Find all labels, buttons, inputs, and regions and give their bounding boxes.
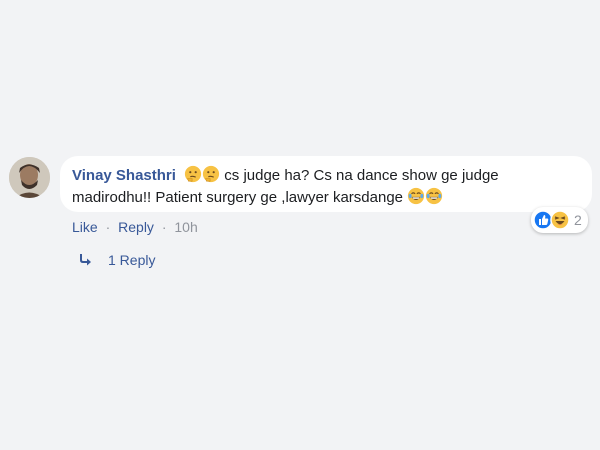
separator-dot: · — [105, 219, 111, 235]
comment-author[interactable]: Vinay Shasthri — [72, 167, 176, 184]
reactions-summary[interactable]: 2 — [531, 207, 588, 233]
thinking-face-icon — [185, 165, 202, 183]
comment-text: Vinay Shasthri cs judge ha? Cs na dance … — [72, 165, 580, 209]
view-replies-link[interactable]: 1 Reply — [78, 252, 155, 268]
separator-dot: · — [161, 219, 167, 235]
comment-text-line2: madirodhu!! Patient surgery ge ,lawyer k… — [72, 189, 404, 206]
comment-timestamp[interactable]: 10h — [174, 219, 197, 235]
laughing-face-icon — [426, 187, 443, 205]
laughing-face-icon — [408, 187, 425, 205]
haha-reaction-icon — [550, 210, 570, 230]
avatar[interactable] — [9, 157, 50, 198]
thinking-face-icon — [203, 165, 220, 183]
comment-actions: Like · Reply · 10h — [72, 219, 198, 235]
reply-link[interactable]: Reply — [118, 219, 154, 235]
comment-text-line1: cs judge ha? Cs na dance show ge judge — [224, 167, 499, 184]
reaction-count: 2 — [574, 212, 582, 228]
replies-count-label: 1 Reply — [108, 252, 156, 268]
comment-bubble: Vinay Shasthri cs judge ha? Cs na dance … — [60, 156, 592, 212]
reply-arrow-icon — [80, 254, 91, 266]
like-link[interactable]: Like — [72, 219, 98, 235]
